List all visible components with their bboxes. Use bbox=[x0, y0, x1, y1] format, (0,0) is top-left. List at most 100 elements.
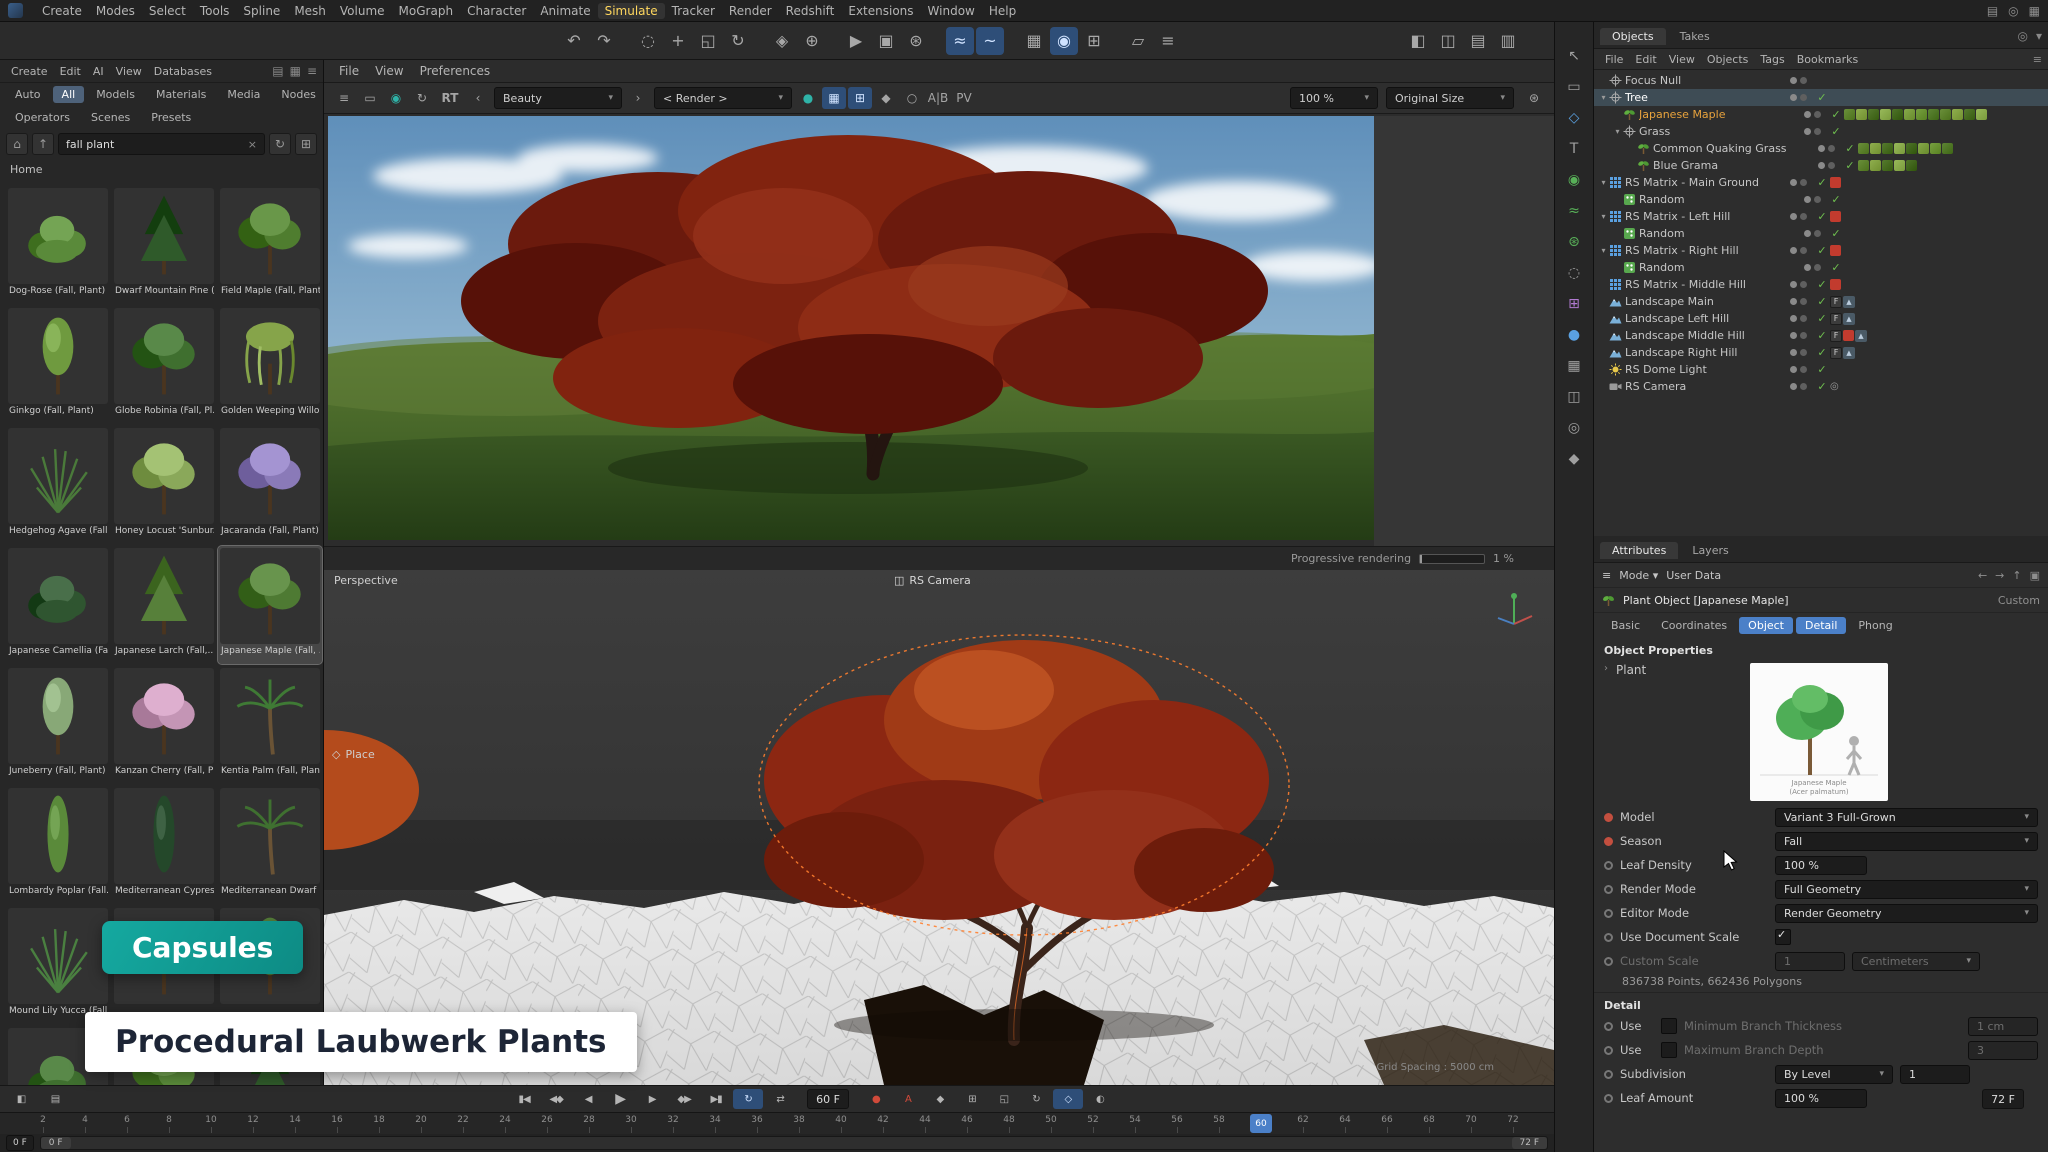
asset-item-lombardy-poplar-fall[interactable]: Lombardy Poplar (Fall... bbox=[6, 786, 110, 904]
season-dropdown[interactable]: Fall▾ bbox=[1775, 832, 2038, 851]
ab-compare-icon[interactable]: A|B bbox=[926, 87, 950, 109]
enabled-check-icon[interactable]: ✓ bbox=[1814, 346, 1830, 359]
object-row-landscape-middle-hill[interactable]: Landscape Middle Hill✓F▲ bbox=[1594, 327, 2048, 344]
material-tag-icon[interactable] bbox=[1906, 160, 1917, 171]
subdivision-dropdown[interactable]: By Level▾ bbox=[1775, 1065, 1893, 1084]
refresh-icon[interactable]: ↻ bbox=[269, 133, 291, 155]
menu-mograph[interactable]: MoGraph bbox=[392, 3, 461, 19]
visibility-dots[interactable] bbox=[1790, 315, 1814, 322]
spline-icon[interactable]: ≈ bbox=[1561, 199, 1587, 223]
layout-icon[interactable]: ▤ bbox=[1987, 4, 1998, 18]
asset-item-globe-robinia-fall-pl[interactable]: Globe Robinia (Fall, Pl... bbox=[112, 306, 216, 424]
material-tag-icon[interactable] bbox=[1952, 109, 1963, 120]
grid-view-icon[interactable]: ▦ bbox=[290, 64, 301, 78]
visibility-dots[interactable] bbox=[1790, 332, 1814, 339]
asset-item-jacaranda-fall-plant[interactable]: Jacaranda (Fall, Plant) bbox=[218, 426, 322, 544]
home-icon[interactable]: ⌂ bbox=[6, 133, 28, 155]
object-row-common-quaking-grass[interactable]: Common Quaking Grass✓ bbox=[1594, 140, 2048, 157]
asset-item-kentia-palm-fall-plant[interactable]: Kentia Palm (Fall, Plant) bbox=[218, 666, 322, 784]
live-selection-button[interactable]: ◌ bbox=[634, 27, 662, 55]
visibility-dots[interactable] bbox=[1790, 247, 1814, 254]
enabled-check-icon[interactable]: ✓ bbox=[1842, 159, 1858, 172]
am-burger-icon[interactable]: ≡ bbox=[1602, 569, 1611, 582]
model-dropdown[interactable]: Variant 3 Full-Grown▾ bbox=[1775, 808, 2038, 827]
tab-models[interactable]: Models bbox=[87, 86, 144, 103]
visibility-dots[interactable] bbox=[1790, 94, 1814, 101]
asset-item-japanese-larch-fall[interactable]: Japanese Larch (Fall,... bbox=[112, 546, 216, 664]
anim-dot[interactable] bbox=[1604, 837, 1613, 846]
visibility-dots[interactable] bbox=[1804, 230, 1828, 237]
leaf-density-input[interactable]: 100 % bbox=[1775, 856, 1867, 875]
text-tool-icon[interactable]: T bbox=[1561, 137, 1587, 161]
material-tag-icon[interactable] bbox=[1870, 143, 1881, 154]
next-frame-button[interactable]: ▶ bbox=[637, 1089, 667, 1109]
timeline-ruler[interactable]: 2468101214161820222426283032343638404244… bbox=[0, 1112, 1554, 1135]
object-row-rs-matrix-middle-hill[interactable]: RS Matrix - Middle Hill✓ bbox=[1594, 276, 2048, 293]
redshift-object-tag-icon[interactable] bbox=[1830, 211, 1841, 222]
menu-window[interactable]: Window bbox=[921, 3, 982, 19]
material-tag-icon[interactable] bbox=[1930, 143, 1941, 154]
material-tag-icon[interactable] bbox=[1882, 143, 1893, 154]
material-tag-icon[interactable] bbox=[1906, 143, 1917, 154]
anim-dot[interactable] bbox=[1604, 1046, 1613, 1055]
scale-button[interactable]: ◱ bbox=[694, 27, 722, 55]
redshift-object-tag-icon[interactable] bbox=[1843, 330, 1854, 341]
prev-pass-icon[interactable]: ‹ bbox=[466, 87, 490, 109]
tab-scenes[interactable]: Scenes bbox=[82, 109, 139, 126]
phong-tag-icon[interactable]: ▲ bbox=[1843, 296, 1855, 308]
menu-select[interactable]: Select bbox=[142, 3, 193, 19]
panel-menu-icon[interactable]: ≡ bbox=[332, 87, 356, 109]
asset-item-mound-lily-yucca-fall[interactable]: Mound Lily Yucca (Fall... bbox=[6, 906, 110, 1024]
zoom-dropdown[interactable]: 100 %▾ bbox=[1290, 87, 1378, 109]
material-tag-icon[interactable] bbox=[1976, 109, 1987, 120]
object-row-landscape-main[interactable]: Landscape Main✓F▲ bbox=[1594, 293, 2048, 310]
asset-item-hedgehog-agave-fall[interactable]: Hedgehog Agave (Fall... bbox=[6, 426, 110, 544]
select-arrow-icon[interactable]: ↖ bbox=[1561, 44, 1587, 68]
generator-icon[interactable]: ⊛ bbox=[1561, 230, 1587, 254]
asset-item-honey-locust-sunbur[interactable]: Honey Locust 'Sunbur... bbox=[112, 426, 216, 544]
material-icon[interactable]: ◆ bbox=[1561, 447, 1587, 471]
up-folder-icon[interactable]: ↑ bbox=[32, 133, 54, 155]
rotate-button[interactable]: ↻ bbox=[724, 27, 752, 55]
enabled-check-icon[interactable]: ✓ bbox=[1814, 210, 1830, 223]
menu-extensions[interactable]: Extensions bbox=[841, 3, 920, 19]
search-input[interactable]: fall plant × bbox=[58, 133, 265, 155]
mode-dropdown[interactable]: Mode ▾ bbox=[1619, 569, 1658, 582]
object-row-random[interactable]: Random✓ bbox=[1594, 191, 2048, 208]
menu-create[interactable]: Create bbox=[35, 3, 89, 19]
coordinate-system-button[interactable]: ⊕ bbox=[798, 27, 826, 55]
om-menu-file[interactable]: File bbox=[1600, 52, 1628, 67]
material-tag-icon[interactable] bbox=[1858, 160, 1869, 171]
play-button[interactable]: ▶ bbox=[605, 1089, 635, 1109]
object-row-rs-camera[interactable]: RS Camera✓◎ bbox=[1594, 378, 2048, 395]
enabled-check-icon[interactable]: ✓ bbox=[1814, 278, 1830, 291]
fracture-tag-icon[interactable]: F bbox=[1830, 296, 1842, 308]
keyframe-button[interactable]: ◆ bbox=[925, 1089, 955, 1109]
fracture-tag-icon[interactable]: F bbox=[1830, 313, 1842, 325]
object-row-focus-null[interactable]: Focus Null bbox=[1594, 72, 2048, 89]
cycle-playback-button[interactable]: ↻ bbox=[733, 1089, 763, 1109]
autokey-button[interactable]: A bbox=[893, 1089, 923, 1109]
expand-caret-icon[interactable]: ▾ bbox=[1598, 246, 1609, 255]
range-start-field[interactable]: 0 F bbox=[6, 1135, 34, 1151]
material-tag-icon[interactable] bbox=[1880, 109, 1891, 120]
category-tab-object[interactable]: Object bbox=[1739, 617, 1793, 634]
modes-menu-button[interactable]: ≡ bbox=[1154, 27, 1182, 55]
lattice-icon[interactable]: ⊞ bbox=[1561, 292, 1587, 316]
anim-dot[interactable] bbox=[1604, 813, 1613, 822]
circle-icon[interactable]: ○ bbox=[900, 87, 924, 109]
om-menu-bookmarks[interactable]: Bookmarks bbox=[1792, 52, 1863, 67]
browser-menu-view[interactable]: View bbox=[111, 64, 147, 79]
snapshot-icon[interactable]: ▭ bbox=[358, 87, 382, 109]
history-forward-icon[interactable]: → bbox=[1995, 569, 2004, 582]
object-row-random[interactable]: Random✓ bbox=[1594, 225, 2048, 242]
visibility-dots[interactable] bbox=[1790, 366, 1814, 373]
simulation-a-button[interactable]: ≈ bbox=[946, 27, 974, 55]
visibility-dots[interactable] bbox=[1804, 111, 1828, 118]
tab-auto[interactable]: Auto bbox=[6, 86, 50, 103]
rv-menu-view[interactable]: View bbox=[368, 63, 410, 79]
menu-animate[interactable]: Animate bbox=[533, 3, 597, 19]
visibility-dots[interactable] bbox=[1818, 162, 1842, 169]
render-settings-icon[interactable]: ⊛ bbox=[1522, 87, 1546, 109]
rv-menu-file[interactable]: File bbox=[332, 63, 366, 79]
